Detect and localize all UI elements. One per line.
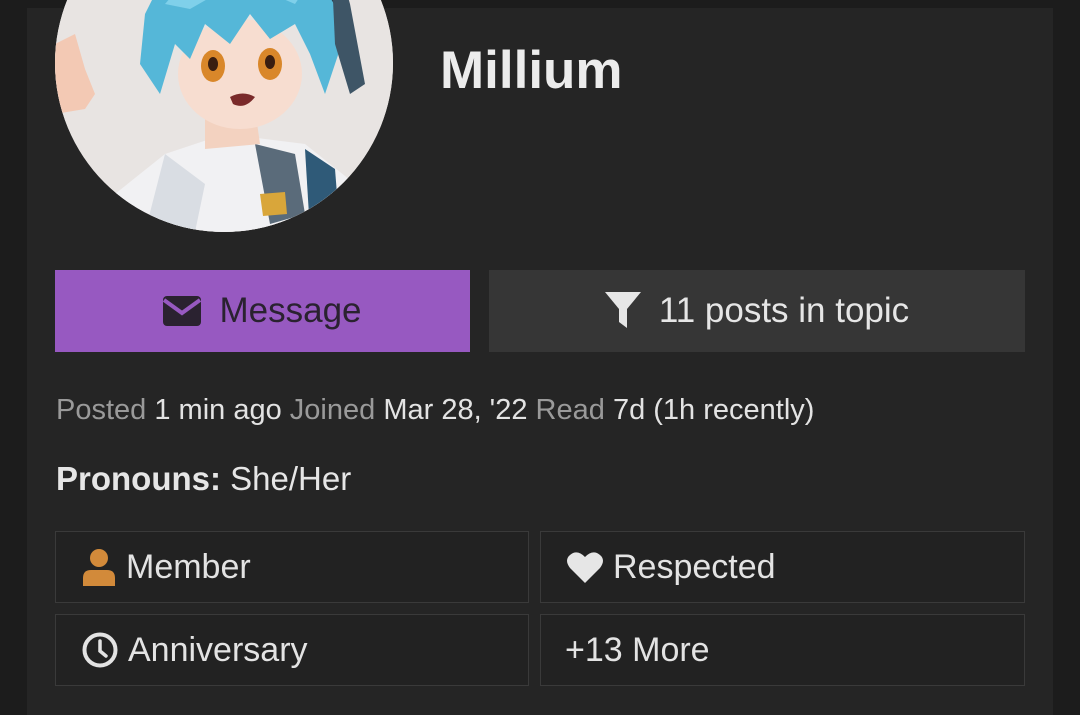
page: Millium Message 11 posts in topic Posted… xyxy=(0,0,1080,715)
message-button-label: Message xyxy=(219,291,362,330)
joined-value: Mar 28, '22 xyxy=(383,394,528,426)
read-value: 7d (1h recently) xyxy=(612,394,815,426)
user-icon xyxy=(82,548,116,586)
posted-label: Posted xyxy=(56,394,147,426)
pronouns-label: Pronouns: xyxy=(56,460,221,497)
heart-icon xyxy=(567,551,603,583)
badge-anniversary-label: Anniversary xyxy=(128,630,308,669)
read-label: Read xyxy=(535,394,605,426)
clock-icon xyxy=(82,632,118,668)
pronouns-value: She/Her xyxy=(230,460,352,497)
badge-member[interactable]: Member xyxy=(55,531,529,603)
badge-more-label: +13 More xyxy=(565,630,710,669)
posted-value: 1 min ago xyxy=(154,394,282,426)
username[interactable]: Millium xyxy=(440,40,623,101)
joined-label: Joined xyxy=(289,394,376,426)
post-meta: Posted 1 min ago Joined Mar 28, '22 Read… xyxy=(56,394,814,427)
badge-more[interactable]: +13 More xyxy=(540,614,1025,686)
posts-in-topic-button[interactable]: 11 posts in topic xyxy=(489,270,1025,352)
pronouns: Pronouns: She/Her xyxy=(56,460,351,498)
badge-respected[interactable]: Respected xyxy=(540,531,1025,603)
envelope-icon xyxy=(163,296,202,326)
posts-in-topic-label: 11 posts in topic xyxy=(658,291,910,330)
badge-member-label: Member xyxy=(126,547,251,586)
badge-respected-label: Respected xyxy=(613,547,776,586)
message-button[interactable]: Message xyxy=(55,270,470,352)
badge-anniversary[interactable]: Anniversary xyxy=(55,614,529,686)
filter-icon xyxy=(604,292,641,330)
